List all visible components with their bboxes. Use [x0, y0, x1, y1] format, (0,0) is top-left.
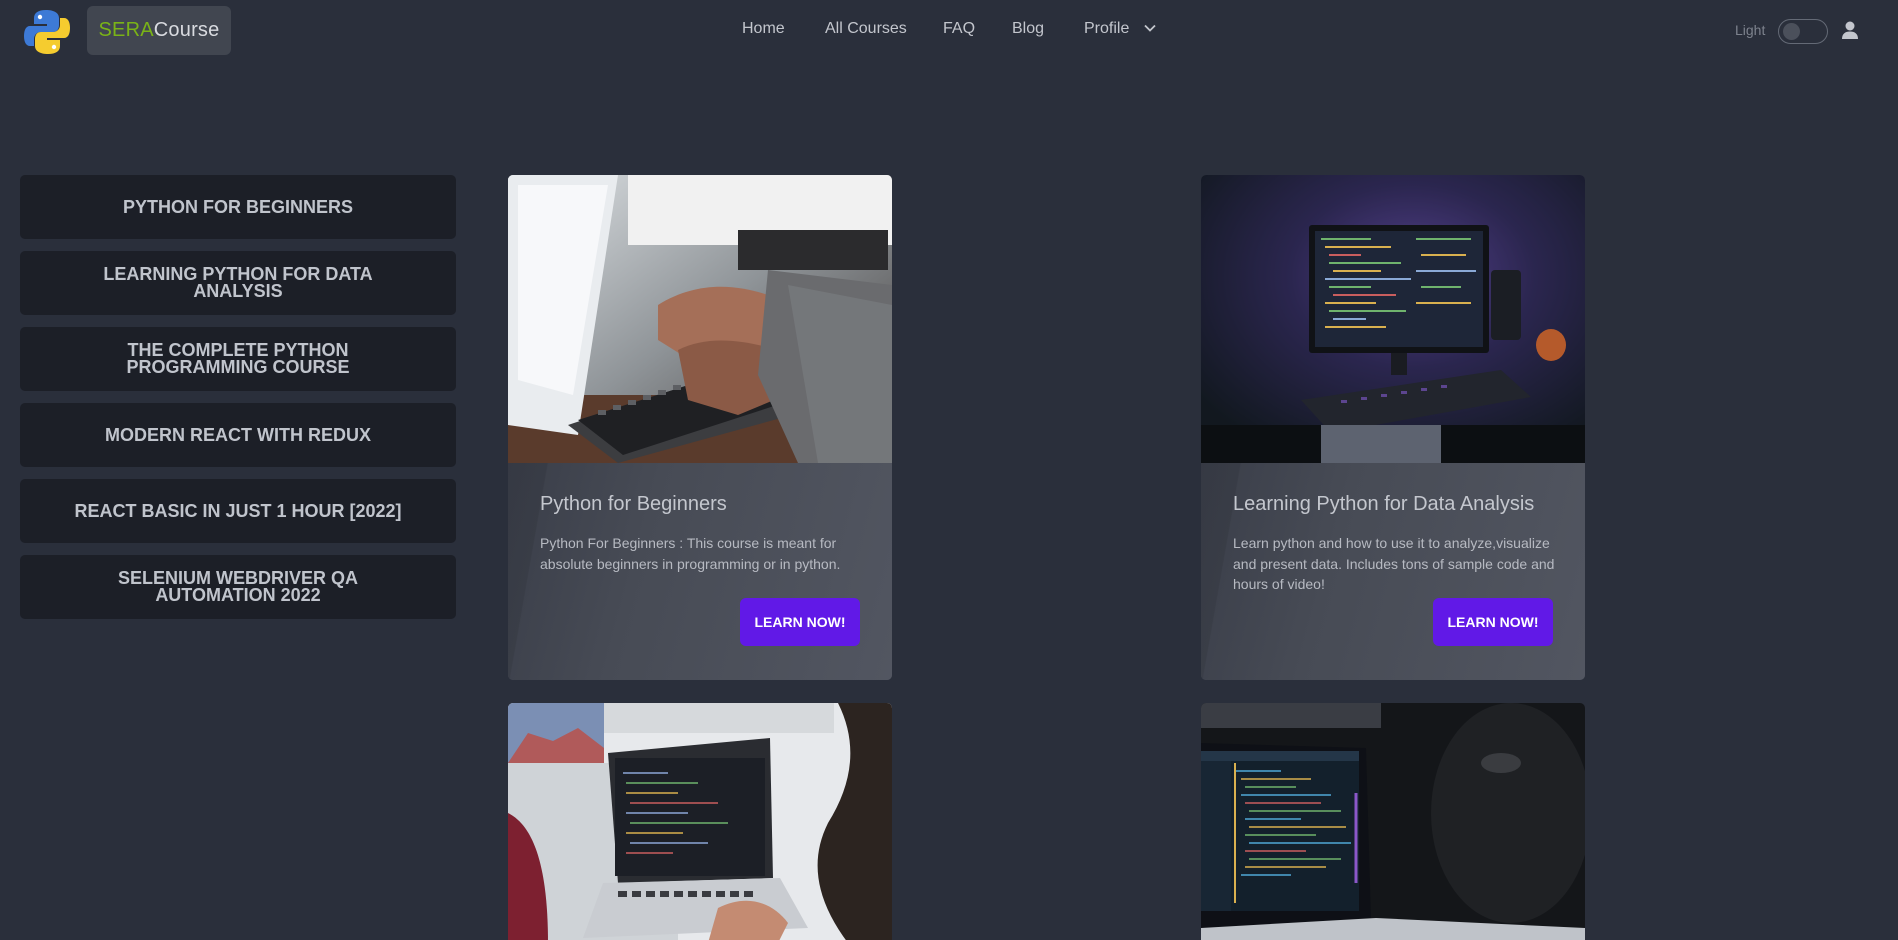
theme-toggle[interactable]	[1778, 19, 1828, 44]
course-card: Learning Python for Data Analysis Learn …	[1201, 175, 1585, 680]
course-card: Python for Beginners Python For Beginner…	[508, 175, 892, 680]
card-description: Python For Beginners : This course is me…	[540, 535, 841, 572]
toggle-knob	[1783, 23, 1800, 40]
course-image-laptop-typing[interactable]	[508, 175, 892, 463]
nav-all-courses[interactable]: All Courses	[825, 20, 907, 38]
nav-links: Home All Courses FAQ Blog Profile	[0, 20, 1898, 44]
course-image-dark-monitor[interactable]	[1201, 175, 1585, 463]
sidebar-item-python-data-analysis[interactable]: LEARNING PYTHON FOR DATA ANALYSIS	[20, 251, 456, 315]
card-description: Learn python and how to use it to analyz…	[1233, 535, 1555, 592]
course-image-laptop-code-dark[interactable]	[1201, 703, 1585, 940]
user-icon[interactable]	[1840, 20, 1860, 40]
card-body: Learning Python for Data Analysis Learn …	[1201, 463, 1585, 680]
theme-label: Light	[1735, 22, 1766, 38]
nav-home[interactable]: Home	[742, 20, 785, 38]
learn-now-button[interactable]: LEARN NOW!	[1433, 598, 1553, 646]
learn-now-button[interactable]: LEARN NOW!	[740, 598, 860, 646]
chevron-down-icon[interactable]	[1143, 21, 1157, 35]
nav-profile[interactable]: Profile	[1084, 20, 1129, 38]
sidebar-item-selenium[interactable]: SELENIUM WEBDRIVER QA AUTOMATION 2022	[20, 555, 456, 619]
card-body: Python for Beginners Python For Beginner…	[508, 463, 892, 680]
nav-faq[interactable]: FAQ	[943, 20, 975, 38]
navbar: SERA Course Home All Courses FAQ Blog Pro…	[0, 0, 1898, 62]
sidebar-item-modern-react[interactable]: MODERN REACT WITH REDUX	[20, 403, 456, 467]
sidebar-item-python-beginners[interactable]: PYTHON FOR BEGINNERS	[20, 175, 456, 239]
sidebar-item-react-basic[interactable]: REACT BASIC IN JUST 1 HOUR [2022]	[20, 479, 456, 543]
nav-blog[interactable]: Blog	[1012, 20, 1044, 38]
card-title[interactable]: Python for Beginners	[540, 493, 727, 516]
sidebar-item-complete-python[interactable]: THE COMPLETE PYTHON PROGRAMMING COURSE	[20, 327, 456, 391]
card-title[interactable]: Learning Python for Data Analysis	[1233, 493, 1534, 516]
course-image-laptop-desk[interactable]	[508, 703, 892, 940]
